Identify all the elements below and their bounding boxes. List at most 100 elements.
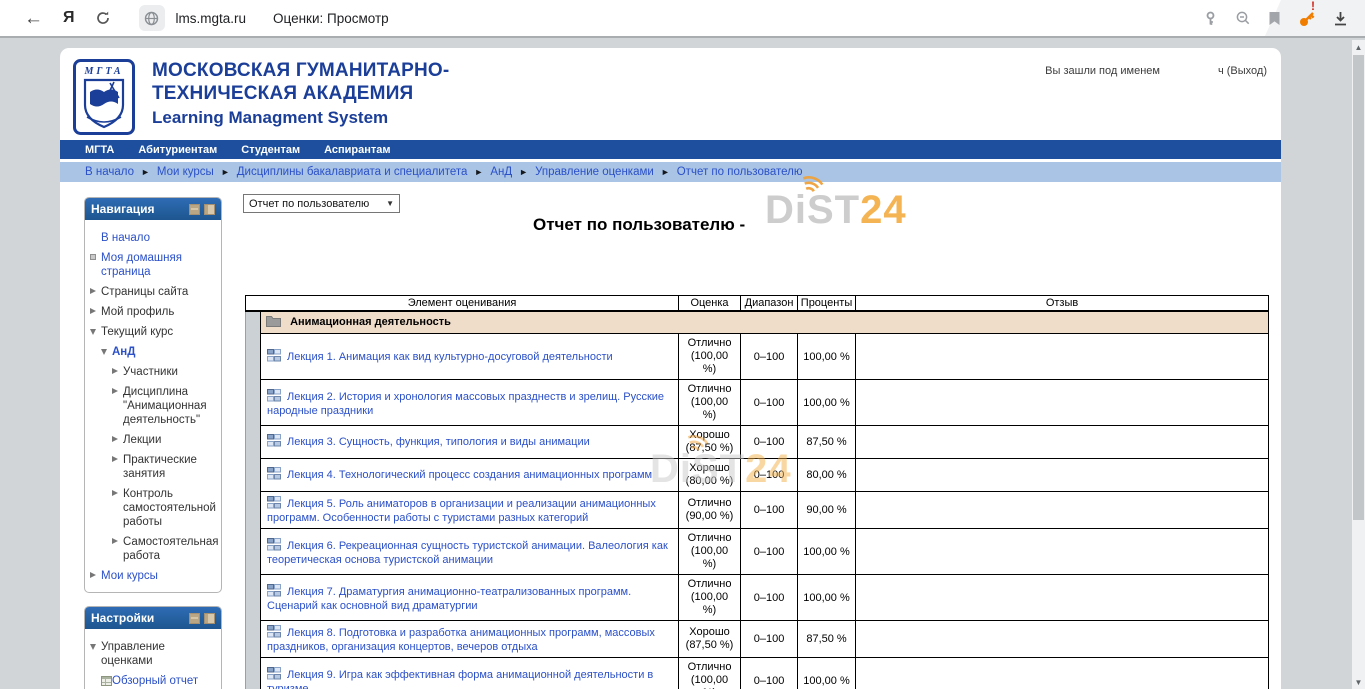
downloads-icon[interactable]: [1332, 10, 1349, 27]
breadcrumb-arrow-icon: ►: [661, 167, 670, 177]
grade-item-link[interactable]: Лекция 1. Анимация как вид культурно-дос…: [287, 351, 613, 363]
title-line-3: Learning Managment System: [152, 105, 449, 130]
settings-item-label[interactable]: Управление оценками: [101, 640, 216, 668]
navigation-item-label[interactable]: Страницы сайта: [101, 285, 216, 299]
expanded-arrow-icon[interactable]: [90, 325, 101, 339]
scroll-down-arrow-icon[interactable]: ▼: [1352, 678, 1365, 687]
navigation-item-label[interactable]: Текущий курс: [101, 325, 216, 339]
breadcrumb-arrow-icon: ►: [474, 167, 483, 177]
breadcrumb-link[interactable]: АнД: [490, 166, 512, 178]
collapse-block-icon[interactable]: [189, 613, 200, 624]
collapsed-arrow-icon[interactable]: [90, 569, 101, 583]
yandex-menu-button[interactable]: Я: [63, 9, 75, 27]
range-cell: 0–100: [741, 334, 798, 380]
navigation-item-label[interactable]: Участники: [123, 365, 216, 379]
indent-cell: [246, 621, 261, 658]
collapsed-arrow-icon: [112, 538, 118, 544]
navigation-item-label[interactable]: Моя домашняя страница: [101, 251, 216, 279]
dock-block-icon[interactable]: [204, 613, 215, 624]
grade-percent-text: (90,00 %): [684, 510, 735, 523]
breadcrumb-link[interactable]: Дисциплины бакалавриата и специалитета: [237, 166, 468, 178]
navigation-item: Практические занятия: [90, 453, 216, 481]
collapsed-arrow-icon[interactable]: [112, 365, 123, 379]
collapsed-arrow-icon[interactable]: [112, 487, 123, 529]
grade-item-link[interactable]: Лекция 7. Драматургия анимационно-театра…: [267, 586, 631, 612]
navigation-item-label[interactable]: Практические занятия: [123, 453, 216, 481]
topnav-item[interactable]: Студентам: [241, 144, 300, 156]
no-icon: [90, 231, 101, 245]
feedback-cell: [856, 575, 1269, 621]
grade-item-link[interactable]: Лекция 2. История и хронология массовых …: [267, 391, 664, 417]
protect-key-icon[interactable]: [1203, 11, 1218, 26]
grade-item-row: Лекция 9. Игра как эффективная форма ани…: [246, 658, 1269, 689]
grade-item-link[interactable]: Лекция 5. Роль аниматоров в организации …: [267, 498, 656, 524]
breadcrumb-link[interactable]: Управление оценками: [535, 166, 654, 178]
grade-text: Отлично: [684, 532, 735, 545]
navigation-block-header: Навигация: [85, 198, 221, 220]
percent-cell: 80,00 %: [798, 459, 856, 492]
academy-logo[interactable]: МГТА: [73, 59, 135, 135]
scroll-up-arrow-icon[interactable]: ▲: [1352, 43, 1365, 52]
settings-item: Управление оценками: [90, 640, 216, 668]
reload-icon[interactable]: [95, 10, 111, 26]
svg-text:МГТА: МГТА: [83, 66, 123, 77]
navigation-item-label[interactable]: Лекции: [123, 433, 216, 447]
topnav-item[interactable]: Абитуриентам: [138, 144, 217, 156]
collapsed-arrow-icon[interactable]: [112, 453, 123, 481]
navigation-item-label[interactable]: Мои курсы: [101, 569, 216, 583]
grade-text: Отлично: [684, 578, 735, 591]
breadcrumb-link[interactable]: Отчет по пользователю: [677, 166, 803, 178]
navigation-item: АнД: [90, 345, 216, 359]
navigation-item-label[interactable]: АнД: [112, 345, 216, 359]
navigation-item: Страницы сайта: [90, 285, 216, 299]
navigation-item-label[interactable]: Мой профиль: [101, 305, 216, 319]
indent-cell: [246, 334, 261, 380]
zoom-icon[interactable]: [1235, 10, 1251, 26]
grade-item-link[interactable]: Лекция 6. Рекреационная сущность туристс…: [267, 540, 668, 566]
collapsed-arrow-icon[interactable]: [112, 433, 123, 447]
url-text[interactable]: lms.mgta.ru: [176, 11, 247, 26]
settings-item-label[interactable]: Обзорный отчет: [112, 674, 216, 688]
bullet-square-icon[interactable]: [90, 251, 101, 279]
dist24-watermark: DiST24: [650, 447, 792, 492]
grade-item-link[interactable]: Лекция 4. Технологический процесс создан…: [287, 469, 652, 481]
navigation-item-label[interactable]: Дисциплина "Анимационная деятельность": [123, 385, 216, 427]
browser-back-button[interactable]: ←: [24, 9, 43, 28]
lesson-icon: [267, 434, 281, 450]
settings-items: Управление оценкамиОбзорный отчетОтчет п…: [85, 629, 221, 689]
breadcrumb-link[interactable]: Мои курсы: [157, 166, 214, 178]
grade-item-link[interactable]: Лекция 8. Подготовка и разработка анимац…: [267, 627, 655, 653]
collapse-block-icon[interactable]: [189, 204, 200, 215]
select-caret-icon: ▼: [386, 199, 394, 208]
navigation-item-label[interactable]: Контроль самостоятельной работы: [123, 487, 216, 529]
feedback-cell: [856, 334, 1269, 380]
grade-item-link[interactable]: Лекция 3. Сущность, функция, типология и…: [287, 436, 590, 448]
bookmark-icon[interactable]: [1268, 11, 1281, 26]
grade-item-link[interactable]: Лекция 9. Игра как эффективная форма ани…: [267, 669, 653, 689]
lesson-icon: [267, 389, 281, 405]
topnav-item[interactable]: Аспирантам: [324, 144, 390, 156]
percent-cell: 100,00 %: [798, 529, 856, 575]
watermark-orange-text: 24: [860, 188, 907, 232]
item-name-cell: Лекция 9. Игра как эффективная форма ани…: [261, 658, 679, 689]
collapsed-arrow-icon[interactable]: [90, 305, 101, 319]
indent-cell: [246, 658, 261, 689]
navigation-item-label[interactable]: В начало: [101, 231, 216, 245]
report-icon[interactable]: [101, 674, 112, 688]
report-type-select[interactable]: Отчет по пользователю ▼: [243, 194, 400, 213]
dock-block-icon[interactable]: [204, 204, 215, 215]
address-bar[interactable]: lms.mgta.ru Оценки: Просмотр: [139, 5, 389, 31]
logout-link[interactable]: (Выход): [1227, 65, 1267, 77]
grade-cell: Отлично(100,00 %): [679, 380, 741, 426]
breadcrumb-link[interactable]: В начало: [85, 166, 134, 178]
expanded-arrow-icon[interactable]: [101, 345, 112, 359]
navigation-item-label[interactable]: Самостоятельная работа: [123, 535, 218, 563]
password-alert-icon[interactable]: !: [1298, 9, 1315, 28]
expanded-arrow-icon[interactable]: [90, 640, 101, 668]
vertical-scrollbar[interactable]: ▲ ▼: [1352, 40, 1365, 689]
collapsed-arrow-icon[interactable]: [112, 535, 123, 563]
collapsed-arrow-icon[interactable]: [90, 285, 101, 299]
scrollbar-thumb[interactable]: [1353, 55, 1364, 520]
topnav-item[interactable]: МГТА: [85, 144, 114, 156]
collapsed-arrow-icon[interactable]: [112, 385, 123, 427]
